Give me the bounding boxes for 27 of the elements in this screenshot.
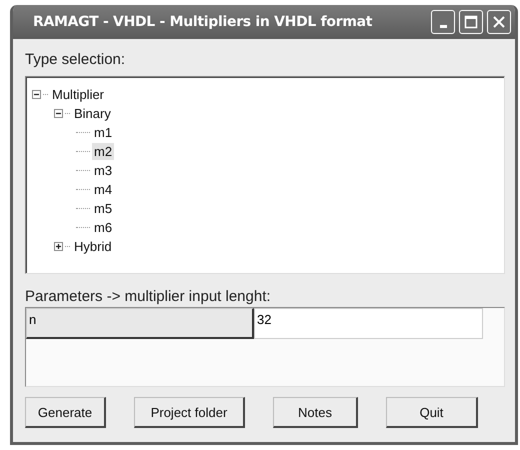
close-icon [492,15,506,29]
type-selection-label: Type selection: [25,51,126,68]
dialog-button[interactable]: Quit [386,397,478,428]
tree-item[interactable]: m1 [92,124,114,141]
tree-item[interactable]: m2 [92,143,114,160]
expand-icon[interactable] [54,242,63,251]
collapse-icon[interactable] [32,90,41,99]
close-button[interactable] [487,10,511,34]
tree-item[interactable]: m4 [92,181,114,198]
parameters-label: Parameters -> multiplier input lenght: [25,288,272,305]
tree-item[interactable]: Hybrid [72,238,114,255]
collapse-icon[interactable] [54,109,63,118]
tree-item[interactable]: Binary [72,105,113,122]
window-title: RAMAGT - VHDL - Multipliers in VHDL format [33,14,374,30]
dialog-button[interactable]: Generate [25,397,106,428]
minimize-icon [440,24,446,28]
maximize-button[interactable] [459,10,483,34]
tree-item[interactable]: m6 [92,219,114,236]
dialog-button[interactable]: Notes [273,397,358,428]
dialog-button[interactable]: Project folder [134,397,245,428]
parameter-name-cell: n [26,308,254,339]
tree-item[interactable]: m3 [92,162,114,179]
minimize-button[interactable] [431,10,455,34]
parameter-value-cell[interactable]: 32 [254,308,483,339]
tree-item[interactable]: Multiplier [50,86,106,103]
tree-item[interactable]: m5 [92,200,114,217]
maximize-icon [464,15,478,29]
